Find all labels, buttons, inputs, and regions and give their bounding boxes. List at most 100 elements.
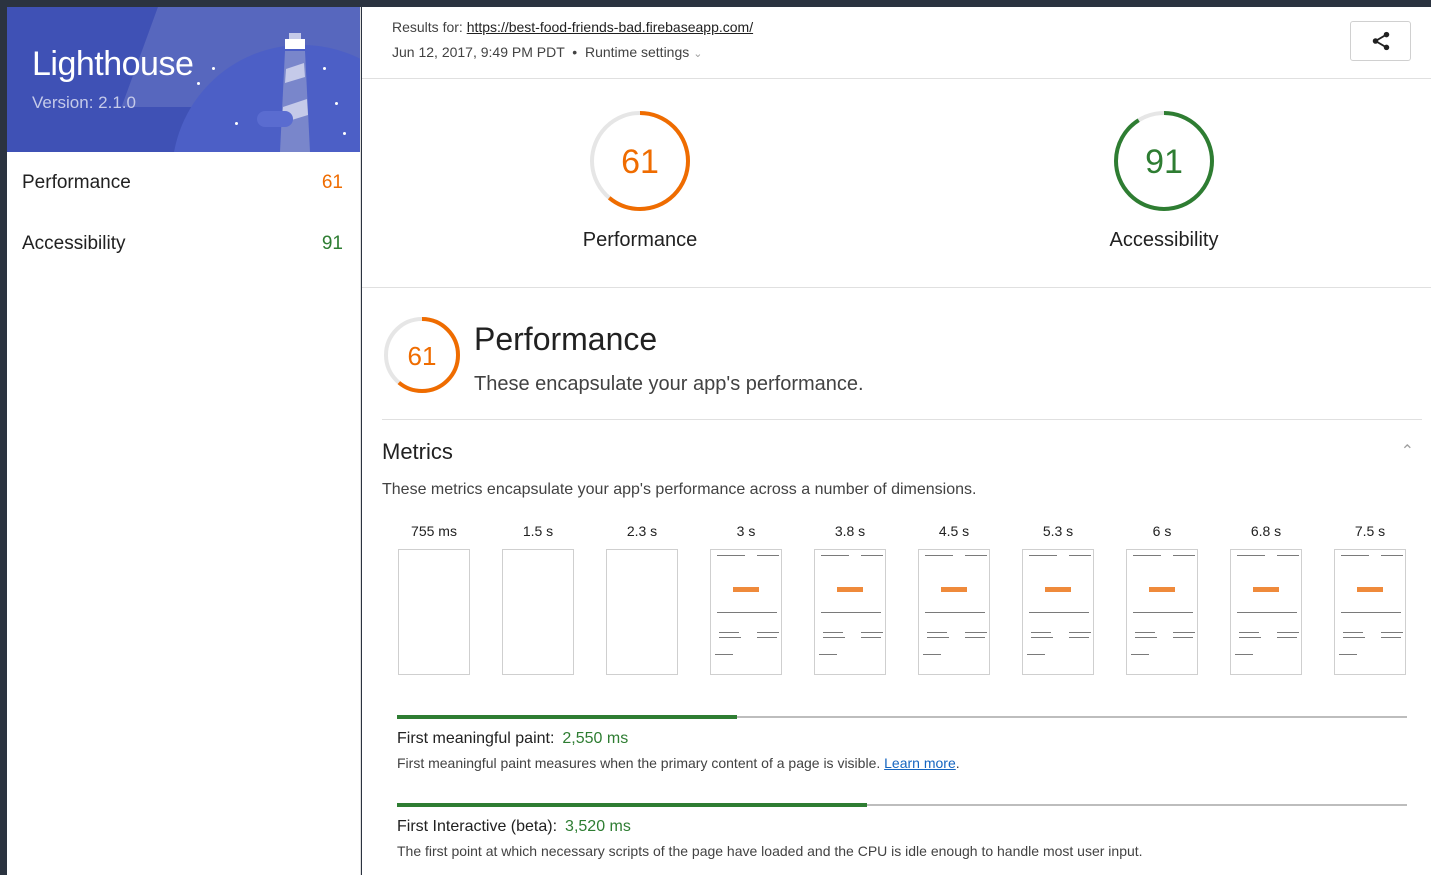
thumbnail-content-line bbox=[965, 632, 987, 633]
filmstrip-thumbnail bbox=[814, 549, 886, 675]
star-icon bbox=[212, 67, 215, 70]
thumbnail-button-shape bbox=[1149, 587, 1175, 592]
brand-title: Lighthouse bbox=[32, 45, 194, 83]
metric-first-meaningful-paint: First meaningful paint: 2,550 ms First me… bbox=[397, 715, 1407, 771]
filmstrip-timestamp: 1.5 s bbox=[522, 523, 554, 539]
metrics-description: These metrics encapsulate your app's per… bbox=[382, 481, 977, 498]
thumbnail-content-line bbox=[757, 632, 779, 633]
thumbnail-content-line bbox=[1131, 654, 1149, 655]
filmstrip-timestamp: 6 s bbox=[1152, 523, 1172, 539]
thumbnail-content-line bbox=[1239, 637, 1261, 638]
thumbnail-content-line bbox=[1069, 632, 1091, 633]
thumbnail-button-shape bbox=[1253, 587, 1279, 592]
sidebar-item-label: Accessibility bbox=[22, 232, 126, 254]
thumbnail-content-line bbox=[1339, 654, 1357, 655]
lighthouse-icon bbox=[280, 33, 310, 152]
runtime-settings-toggle[interactable]: Runtime settings bbox=[585, 44, 689, 60]
thumbnail-button-shape bbox=[1045, 587, 1071, 592]
thumbnail-content-line bbox=[965, 555, 987, 556]
thumbnail-content-line bbox=[925, 555, 953, 556]
star-icon bbox=[335, 102, 338, 105]
filmstrip-frame: 3 s bbox=[709, 523, 783, 675]
thumbnail-content-line bbox=[861, 632, 883, 633]
brand-version: Version: 2.1.0 bbox=[32, 93, 136, 112]
star-icon bbox=[343, 132, 346, 135]
thumbnail-content-line bbox=[819, 654, 837, 655]
thumbnail-content-line bbox=[1381, 637, 1401, 638]
gauge-score: 91 bbox=[1145, 143, 1183, 181]
sidebar-item-score: 61 bbox=[321, 171, 343, 193]
gauge-label: Performance bbox=[582, 229, 698, 251]
thumbnail-content-line bbox=[1237, 555, 1265, 556]
metric-value: 3,520 ms bbox=[565, 818, 631, 835]
thumbnail-content-line bbox=[719, 632, 739, 633]
chevron-up-icon[interactable]: ⌃ bbox=[1401, 441, 1414, 461]
filmstrip-frame: 1.5 s bbox=[501, 523, 575, 675]
chevron-down-icon[interactable]: ⌄ bbox=[693, 48, 702, 60]
performance-section-header: 61 Performance These encapsulate your ap… bbox=[382, 315, 1422, 420]
filmstrip-frame: 7.5 s bbox=[1333, 523, 1407, 675]
thumbnail-content-line bbox=[965, 637, 985, 638]
filmstrip-thumbnail bbox=[918, 549, 990, 675]
filmstrip-timestamp: 7.5 s bbox=[1354, 523, 1386, 539]
thumbnail-button-shape bbox=[941, 587, 967, 592]
share-icon bbox=[1372, 31, 1389, 51]
cloud-shape bbox=[257, 111, 293, 127]
filmstrip-frame: 6.8 s bbox=[1229, 523, 1303, 675]
sidebar-item-score: 91 bbox=[321, 232, 343, 254]
filmstrip-timestamp: 755 ms bbox=[411, 523, 457, 539]
thumbnail-content-line bbox=[923, 654, 941, 655]
thumbnail-content-line bbox=[959, 612, 983, 613]
star-icon bbox=[323, 67, 326, 70]
thumbnail-content-line bbox=[1343, 632, 1363, 633]
thumbnail-content-line bbox=[1341, 555, 1369, 556]
sidebar: Lighthouse Version: 2.1.0 Performance 61… bbox=[7, 7, 361, 875]
filmstrip-frame: 2.3 s bbox=[605, 523, 679, 675]
thumbnail-content-line bbox=[823, 637, 845, 638]
metric-value: 2,550 ms bbox=[562, 730, 629, 747]
filmstrip-timestamp: 4.5 s bbox=[938, 523, 970, 539]
thumbnail-content-line bbox=[1235, 654, 1253, 655]
gauge-ring: 91 bbox=[1114, 111, 1214, 211]
thumbnail-content-line bbox=[927, 637, 949, 638]
thumbnail-content-line bbox=[1031, 632, 1051, 633]
filmstrip-frame: 4.5 s bbox=[917, 523, 991, 675]
filmstrip-thumbnail bbox=[502, 549, 574, 675]
metric-label: First meaningful paint: bbox=[397, 730, 555, 747]
thumbnail-content-line bbox=[1027, 654, 1045, 655]
share-button[interactable] bbox=[1350, 21, 1411, 61]
results-url-link[interactable]: https://best-food-friends-bad.firebaseap… bbox=[467, 19, 753, 35]
results-line: Results for: https://best-food-friends-b… bbox=[392, 19, 1431, 35]
metric-timeline-fill bbox=[397, 803, 867, 807]
sidebar-item-performance[interactable]: Performance 61 bbox=[7, 152, 360, 213]
thumbnail-content-line bbox=[1277, 637, 1297, 638]
thumbnail-content-line bbox=[757, 555, 779, 556]
report-date: Jun 12, 2017, 9:49 PM PDT bbox=[392, 44, 565, 60]
thumbnail-content-line bbox=[821, 555, 849, 556]
meta-line: Jun 12, 2017, 9:49 PM PDT • Runtime sett… bbox=[392, 44, 1431, 60]
metric-first-interactive: First Interactive (beta): 3,520 ms The fi… bbox=[397, 803, 1407, 859]
thumbnail-content-line bbox=[1173, 555, 1195, 556]
filmstrip-timestamp: 6.8 s bbox=[1250, 523, 1282, 539]
filmstrip-timestamp: 2.3 s bbox=[626, 523, 658, 539]
thumbnail-content-line bbox=[1069, 637, 1089, 638]
learn-more-link[interactable]: Learn more bbox=[884, 755, 956, 771]
filmstrip-thumbnail bbox=[1230, 549, 1302, 675]
thumbnail-content-line bbox=[1343, 637, 1365, 638]
thumbnail-content-line bbox=[715, 654, 733, 655]
gauge-performance[interactable]: 61 Performance bbox=[520, 109, 760, 252]
metrics-title: Metrics bbox=[382, 439, 453, 464]
sidebar-item-accessibility[interactable]: Accessibility 91 bbox=[7, 213, 360, 274]
star-icon bbox=[197, 82, 200, 85]
section-title: Performance bbox=[474, 321, 658, 357]
thumbnail-content-line bbox=[1271, 612, 1295, 613]
thumbnail-content-line bbox=[1167, 612, 1191, 613]
filmstrip-frame: 755 ms bbox=[397, 523, 471, 675]
thumbnail-content-line bbox=[1063, 612, 1087, 613]
metric-description: First meaningful paint measures when the… bbox=[397, 755, 1407, 771]
filmstrip-thumbnail bbox=[1334, 549, 1406, 675]
gauge-score: 61 bbox=[621, 143, 659, 181]
gauge-accessibility[interactable]: 91 Accessibility bbox=[1044, 109, 1284, 252]
thumbnail-content-line bbox=[823, 632, 843, 633]
thumbnail-content-line bbox=[1381, 632, 1403, 633]
